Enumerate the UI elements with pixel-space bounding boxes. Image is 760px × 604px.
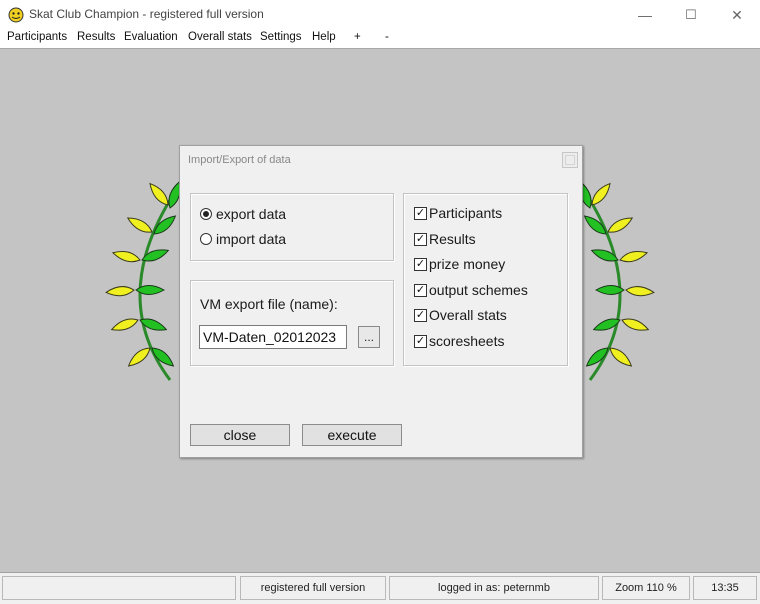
minimize-button[interactable]: — [622,0,668,30]
menu-results[interactable]: Results [77,31,115,43]
menu-zoom-out[interactable]: - [385,31,389,43]
browse-button[interactable]: ... [358,326,380,348]
check-prize-money[interactable]: ✓ [414,258,427,271]
status-zoom: Zoom 110 % [602,576,690,600]
status-empty-cell [2,576,236,600]
status-bar: registered full version logged in as: pe… [0,572,760,604]
menu-evaluation[interactable]: Evaluation [124,31,178,43]
radio-import[interactable] [200,233,212,245]
title-bar: Skat Club Champion - registered full ver… [0,0,760,30]
menu-help[interactable]: Help [312,31,336,43]
menu-bar: Participants Results Evaluation Overall … [0,30,760,48]
check-scoresheets[interactable]: ✓ [414,335,427,348]
radio-export-label[interactable]: export data [216,206,286,222]
check-output-schemes[interactable]: ✓ [414,284,427,297]
app-logo-icon [8,7,24,23]
menu-participants[interactable]: Participants [7,31,67,43]
mode-group [190,193,394,261]
file-label: VM export file (name): [200,296,338,312]
check-overall-stats-label[interactable]: Overall stats [429,307,507,323]
radio-export[interactable] [200,208,212,220]
dialog-close-icon[interactable] [562,152,578,168]
menu-zoom-in[interactable]: + [354,31,361,43]
check-participants-label[interactable]: Participants [429,205,502,221]
check-overall-stats[interactable]: ✓ [414,309,427,322]
export-file-input[interactable]: VM-Daten_02012023 [199,325,347,349]
laurel-right-branch [575,179,655,381]
check-results-label[interactable]: Results [429,231,476,247]
check-scoresheets-label[interactable]: scoresheets [429,333,504,349]
window-title: Skat Club Champion - registered full ver… [29,7,264,21]
check-prize-money-label[interactable]: prize money [429,256,505,272]
menu-settings[interactable]: Settings [260,31,302,43]
check-participants[interactable]: ✓ [414,207,427,220]
maximize-button[interactable]: ☐ [668,0,714,30]
status-time: 13:35 [693,576,757,600]
status-user: logged in as: peternmb [389,576,599,600]
laurel-left-branch [105,179,185,381]
radio-import-label[interactable]: import data [216,231,286,247]
close-window-button[interactable]: ✕ [714,0,760,30]
dialog-title: Import/Export of data [188,154,291,166]
check-results[interactable]: ✓ [414,233,427,246]
file-group [190,280,394,366]
close-button[interactable]: close [190,424,290,446]
execute-button[interactable]: execute [302,424,402,446]
status-version: registered full version [240,576,386,600]
check-output-schemes-label[interactable]: output schemes [429,282,528,298]
menu-overall-stats[interactable]: Overall stats [188,31,252,43]
